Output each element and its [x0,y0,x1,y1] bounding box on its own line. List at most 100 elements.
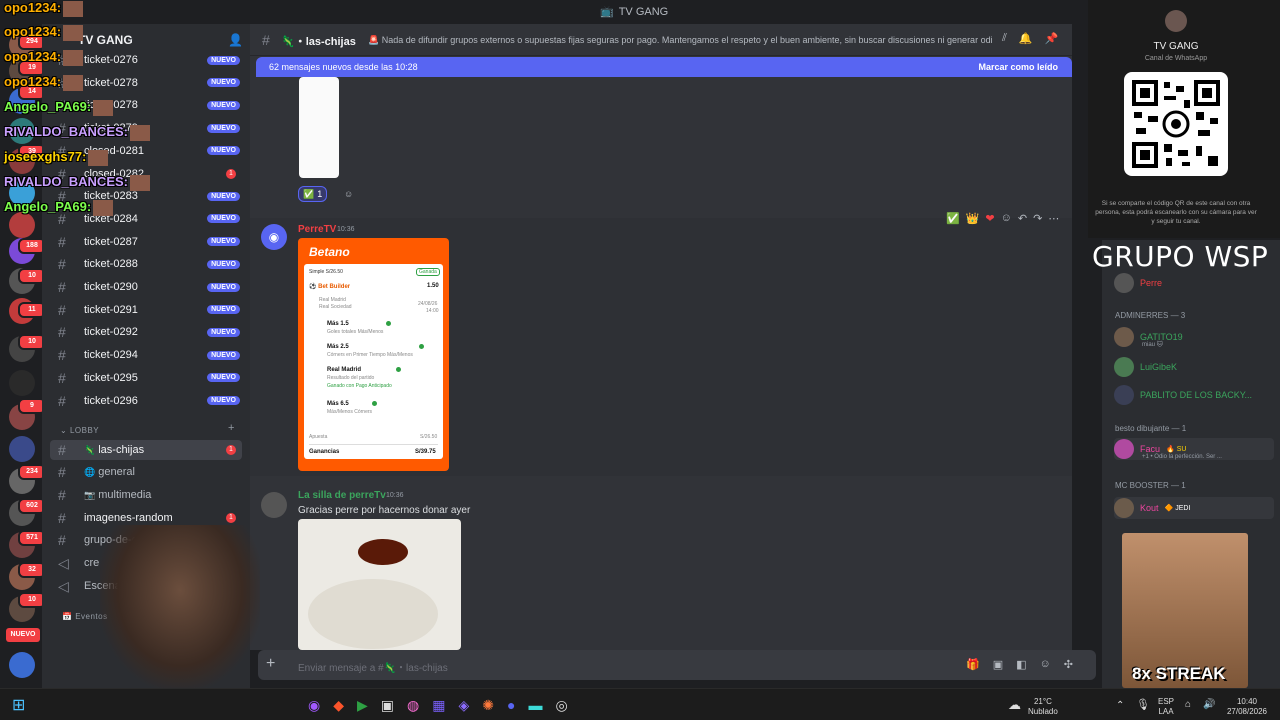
nuevo-badge: NUEVO [207,259,240,269]
message-composer[interactable]: + Enviar mensaje a #🦎・las-chijas 🎁 ▣ ◧ ☺… [258,650,1096,680]
composer-input[interactable]: Enviar mensaje a #🦎・las-chijas [298,659,448,674]
nuevo-badge: NUEVO [207,214,240,224]
check-react-icon[interactable]: ✅ [946,212,960,225]
channel-name: ticket-0296 [84,394,138,407]
server-icon[interactable] [9,212,35,238]
brave-icon[interactable]: ◆ [333,697,344,714]
member-item[interactable]: Perre [1114,272,1162,294]
add-channel-icon[interactable]: + [228,422,234,434]
channel-item[interactable]: # ticket-0288 NUEVO [50,254,242,274]
clock[interactable]: 10:40 27/08/2026 [1224,697,1270,717]
emoji-picker-icon[interactable]: ☺ [1001,212,1012,225]
overlay-chat-line: joseexghs77: [4,149,109,166]
add-member-icon[interactable]: 👤 [228,33,243,47]
leg-pick: Real Madrid [327,367,362,373]
pin-icon[interactable]: 📌 [1045,32,1059,45]
check-icon [372,401,377,406]
category-lobby[interactable]: ⌄ LOBBY [60,426,99,435]
channel-name: ticket-0287 [84,235,138,248]
play-icon[interactable]: ▶ [357,697,368,714]
channel-item[interactable]: # 🌐 general [50,462,242,482]
message-author[interactable]: La silla de perreTv [298,490,386,501]
member-status: +1 • Odio la perfección. Ser ... [1142,454,1222,460]
message-author[interactable]: PerreTV [298,224,336,235]
app-icon[interactable]: ▣ [381,697,394,714]
emote-thumbnail [63,74,84,91]
grid-app-icon[interactable]: ▦ [432,697,445,714]
server-name[interactable]: TV GANG [78,33,133,47]
server-icon[interactable] [9,370,35,396]
threads-icon[interactable]: ⫽ [1002,32,1007,45]
app-icon[interactable]: ✺ [482,697,494,714]
terminal-icon[interactable]: ▬ [528,697,542,714]
channel-item[interactable]: # ticket-0294 NUEVO [50,345,242,365]
match-date: 24/08/26 [418,301,438,307]
channel-topic[interactable]: 🚨 Nada de difundir grupos externos o sup… [368,35,992,46]
emote-thumbnail [88,149,109,166]
new-messages-bar[interactable]: 62 mensajes nuevos desde las 10:28 Marca… [256,57,1072,77]
app-icon[interactable]: ◍ [407,697,419,714]
discord-stream-screen: 📺 TV GANG 294 19 14 39 188 10 11 10 9 234 602 571 32… [0,0,1280,720]
sticker-icon[interactable]: ◧ [1016,658,1026,671]
channel-emoji-icon: 🌐 [84,466,96,477]
emoji-icon[interactable]: ☺ [1040,658,1051,671]
channel-item[interactable]: # ticket-0291 NUEVO [50,300,242,320]
reply-icon[interactable]: ↶ [1018,212,1027,225]
discord-icon[interactable]: ● [507,697,515,714]
check-icon [396,367,401,372]
member-item[interactable]: LuiGibeK [1114,356,1177,378]
network-icon[interactable]: ⌂ [1185,700,1191,710]
editor-icon[interactable]: ◈ [458,697,469,714]
obs-icon[interactable]: ◎ [555,697,567,714]
app-icon[interactable]: ◉ [308,697,320,714]
volume-icon[interactable]: 🔊 [1203,700,1215,710]
mark-read-button[interactable]: Marcar como leído [978,62,1058,72]
attach-plus-icon[interactable]: + [266,655,275,673]
chevron-down-icon[interactable]: ⌄ [126,33,134,44]
leg-pick: Más 2.5 [327,344,349,350]
member-item[interactable]: PABLITO DE LOS BACKY... [1114,384,1252,406]
avatar[interactable] [261,492,287,518]
check-icon [386,321,391,326]
hash-icon: # [58,464,66,480]
chevron-up-icon[interactable]: ⌃ [1116,701,1124,711]
gif-icon[interactable]: ▣ [993,658,1003,671]
member-category: besto dibujante — 1 [1115,424,1187,433]
mic-icon[interactable]: 🎙 [1136,700,1150,711]
channel-item[interactable]: # ticket-0296 NUEVO [50,391,242,411]
crown-react-icon[interactable]: 👑 [966,212,980,225]
reaction-check[interactable]: ✅ 1 [298,186,328,202]
winnings-value: S/39.75 [415,449,436,455]
rice-shape [308,579,438,649]
server-icon[interactable] [9,436,35,462]
gift-icon[interactable]: 🎁 [966,658,980,671]
channel-item[interactable]: # 📷 multimedia [50,485,242,505]
nuevo-badge: NUEVO [207,282,240,292]
channel-name: ticket-0288 [84,258,138,271]
windows-start-icon[interactable]: ⊞ [12,695,25,715]
apps-icon[interactable]: ✣ [1064,658,1073,671]
more-icon[interactable]: ⋯ [1048,212,1059,225]
hash-icon: # [58,487,66,503]
heart-react-icon[interactable]: ❤ [985,212,994,225]
channel-item[interactable]: # ticket-0292 NUEVO [50,322,242,342]
composer-toolbar: 🎁 ▣ ◧ ☺ ✣ [966,658,1073,671]
channel-item[interactable]: # ticket-0287 NUEVO [50,232,242,252]
leg-market: Resultado del partido [327,375,375,381]
weather-widget[interactable]: 21°C Nublado [1028,697,1058,717]
bell-icon[interactable]: 🔔 [1019,32,1033,45]
add-reaction-icon[interactable]: ☺ [340,186,357,202]
channel-item[interactable]: # ticket-0290 NUEVO [50,277,242,297]
food-image-attachment[interactable] [298,519,461,650]
whatsapp-qr-panel: TV GANG Canal de WhatsApp Si se comparte… [1088,0,1280,238]
channel-item[interactable]: # 🦎 las-chijas 1 [50,440,242,460]
previous-image-attachment[interactable] [299,77,339,178]
channel-item[interactable]: # ticket-0295 NUEVO [50,368,242,388]
language-indicator[interactable]: ESP LAA [1158,697,1174,717]
tv-icon: 📺 [600,6,614,18]
betano-ticket-image[interactable]: Betano Simple S/26.50 Ganada ⚽ Bet Build… [298,238,449,471]
server-icon[interactable] [9,652,35,678]
member-item[interactable]: Kout 🔶 JEDI [1114,497,1274,519]
forward-icon[interactable]: ↷ [1033,212,1042,225]
avatar[interactable]: ◉ [261,224,287,250]
